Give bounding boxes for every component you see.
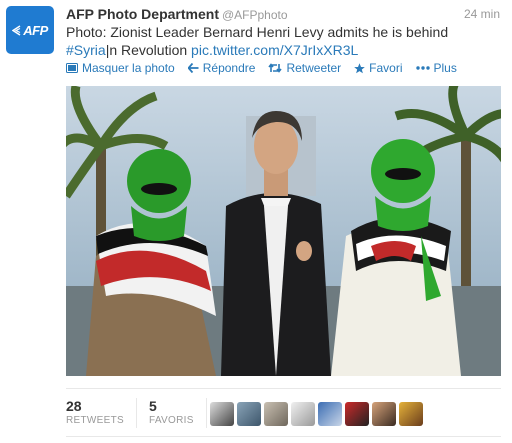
tweet-text: Photo: Zionist Leader Bernard Henri Levy… — [66, 23, 486, 59]
tweet-text-rest: |n Revolution — [105, 42, 192, 58]
reply-label: Répondre — [202, 61, 256, 75]
favorites-count: 5 — [148, 398, 157, 414]
retweet-label: Retweeter — [286, 61, 342, 75]
retweeter-avatar[interactable] — [210, 402, 234, 426]
author-name[interactable]: AFP Photo Department — [66, 6, 219, 22]
afp-logo: AFP — [12, 23, 48, 38]
retweets-stat[interactable]: 28 RETWEETS — [66, 398, 137, 428]
divider-bottom — [66, 436, 501, 437]
favorites-label: FAVORIS — [148, 415, 194, 426]
tweet-stats: 28 RETWEETS 5 FAVORIS — [66, 398, 219, 432]
retweeter-avatar[interactable] — [372, 402, 396, 426]
more-icon — [415, 66, 430, 70]
author-handle[interactable]: @AFPphoto — [222, 8, 288, 22]
retweeter-avatar[interactable] — [264, 402, 288, 426]
reply-icon — [187, 63, 199, 73]
retweet-icon — [268, 63, 283, 73]
retweeter-avatar[interactable] — [345, 402, 369, 426]
retweeter-avatar[interactable] — [291, 402, 315, 426]
hide-photo-button[interactable]: Masquer la photo — [66, 61, 175, 75]
more-button[interactable]: Plus — [415, 61, 457, 75]
divider-top — [66, 388, 501, 389]
retweeter-avatar[interactable] — [399, 402, 423, 426]
photo-illustration — [66, 86, 501, 376]
hide-photo-label: Masquer la photo — [82, 61, 175, 75]
tweet-header: AFP Photo Department @AFPphoto 24 min — [66, 6, 504, 24]
retweets-count: 28 — [66, 398, 82, 414]
retweeter-avatar[interactable] — [237, 402, 261, 426]
reply-button[interactable]: Répondre — [187, 61, 256, 75]
hashtag-link[interactable]: #Syria — [66, 42, 106, 58]
timestamp[interactable]: 24 min — [464, 7, 500, 21]
avatar[interactable]: AFP — [6, 6, 54, 54]
star-icon — [354, 62, 365, 73]
afp-globe-icon — [12, 24, 21, 36]
more-label: Plus — [433, 61, 457, 75]
tweet-text-line1: Photo: Zionist Leader Bernard Henri Levy… — [66, 24, 449, 40]
avatar-logo-text: AFP — [23, 22, 48, 38]
retweet-button[interactable]: Retweeter — [268, 61, 341, 75]
photo-icon — [66, 63, 78, 73]
retweets-label: RETWEETS — [66, 415, 124, 426]
tweet-photo[interactable] — [66, 86, 501, 376]
media-link[interactable]: pic.twitter.com/X7JrIxXR3L — [191, 42, 358, 58]
retweeter-avatar[interactable] — [318, 402, 342, 426]
favorite-button[interactable]: Favori — [354, 61, 403, 75]
favorites-stat[interactable]: 5 FAVORIS — [149, 398, 207, 428]
retweeter-avatars — [210, 402, 423, 426]
favorite-label: Favori — [369, 61, 403, 75]
tweet-actions: Masquer la photo Répondre Retweeter Favo… — [66, 61, 506, 75]
